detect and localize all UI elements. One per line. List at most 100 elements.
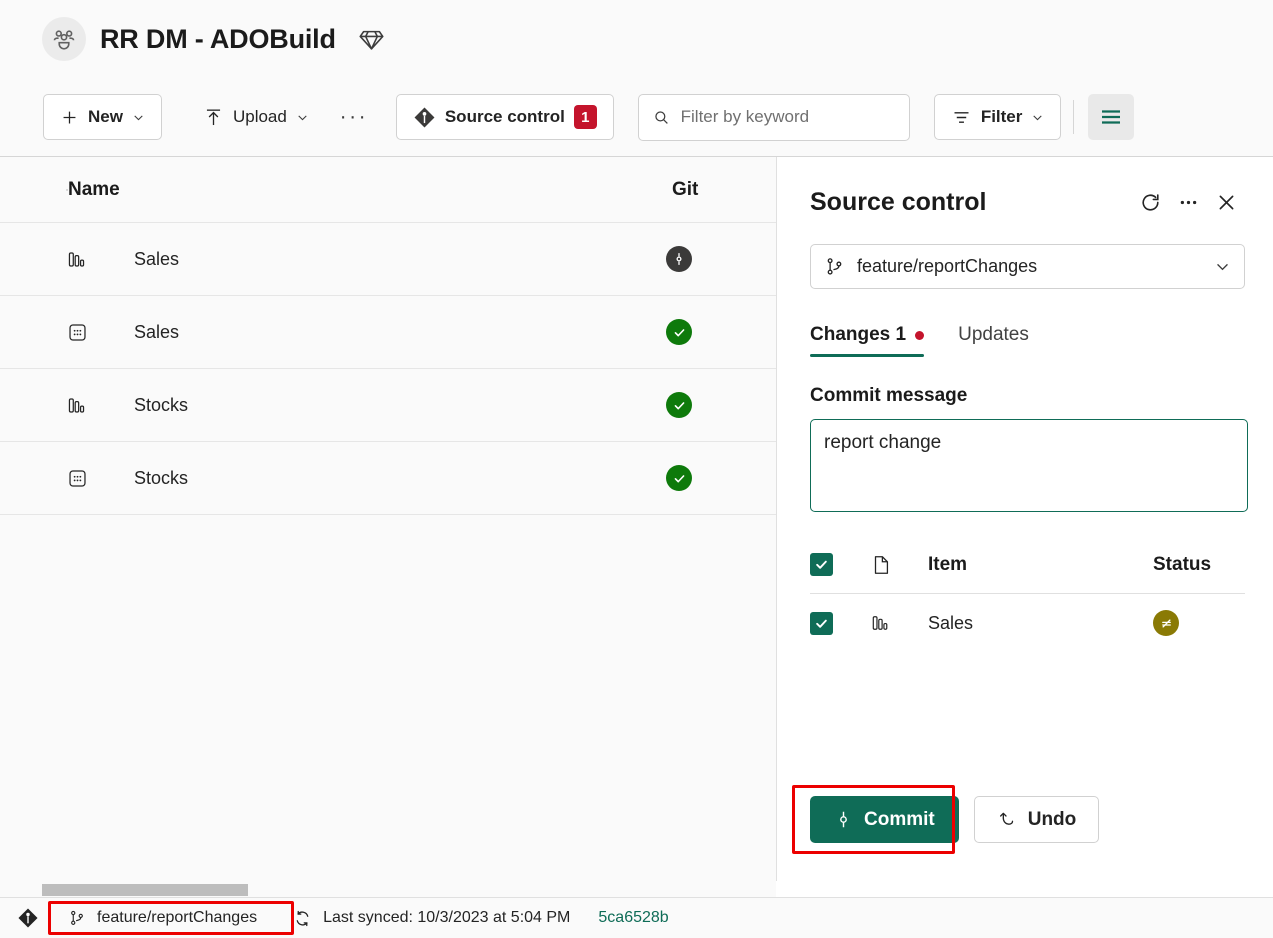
sync-icon: [293, 909, 312, 928]
status-last-synced-label: Last synced: 10/3/2023 at 5:04 PM: [323, 909, 570, 927]
checkmark-icon: [672, 325, 687, 340]
status-git-icon-wrapper[interactable]: [12, 907, 44, 929]
status-badge-synced: [666, 319, 692, 345]
upload-button[interactable]: Upload: [186, 94, 326, 140]
status-sync-info[interactable]: Last synced: 10/3/2023 at 5:04 PM: [293, 909, 570, 928]
upload-button-label: Upload: [233, 107, 287, 127]
commit-icon: [672, 252, 686, 266]
chevron-down-icon: [132, 111, 145, 124]
source-control-badge: 1: [574, 105, 597, 129]
commit-icon: [834, 810, 853, 829]
changes-column-item[interactable]: Item: [928, 554, 1153, 576]
diamond-icon: [358, 26, 385, 53]
row-git-status[interactable]: [666, 465, 776, 491]
checkmark-icon: [814, 557, 829, 572]
panel-title: Source control: [810, 188, 1131, 217]
list-view-toggle-button[interactable]: [1088, 94, 1134, 140]
status-badge-synced: [666, 465, 692, 491]
row-name: Stocks: [134, 468, 666, 489]
search-icon: [653, 108, 670, 127]
undo-icon: [997, 810, 1017, 830]
column-header-name[interactable]: Name: [68, 179, 666, 201]
app-root: RR DM - ADOBuild New: [0, 0, 1273, 938]
status-branch-button[interactable]: feature/reportChanges: [56, 905, 269, 931]
item-list-pane: Name Git Sales: [0, 157, 776, 881]
source-control-panel: Source control: [776, 157, 1273, 881]
branch-icon: [824, 256, 845, 277]
panel-action-buttons: Commit Undo: [810, 796, 1099, 843]
new-button[interactable]: New: [43, 94, 162, 140]
branch-selector[interactable]: feature/reportChanges: [810, 244, 1245, 289]
refresh-icon: [1139, 191, 1162, 214]
source-control-button[interactable]: Source control 1: [396, 94, 614, 140]
tab-changes[interactable]: Changes 1: [810, 324, 924, 357]
table-row[interactable]: Sales: [0, 296, 776, 369]
more-options-button[interactable]: ···: [334, 97, 374, 137]
close-icon: [1215, 191, 1238, 214]
undo-button-label: Undo: [1028, 809, 1077, 831]
item-list-header: Name Git: [0, 157, 776, 223]
row-type-icon: [66, 467, 134, 490]
row-git-status[interactable]: [666, 319, 776, 345]
commit-button-label: Commit: [864, 809, 935, 831]
chevron-down-icon: [296, 111, 309, 124]
commit-message-input[interactable]: [810, 419, 1248, 512]
overflow-wrapper: ···: [326, 97, 382, 137]
filter-button[interactable]: Filter: [934, 94, 1062, 140]
filter-icon: [951, 107, 972, 128]
commit-button[interactable]: Commit: [810, 796, 959, 843]
checkmark-icon: [814, 616, 829, 631]
undo-button[interactable]: Undo: [974, 796, 1100, 843]
report-icon: [870, 612, 892, 634]
git-icon: [17, 907, 39, 929]
row-type-icon: [870, 612, 928, 634]
checkmark-icon: [672, 398, 687, 413]
checkmark-icon: [672, 471, 687, 486]
row-type-icon: [66, 248, 134, 271]
refresh-button[interactable]: [1131, 183, 1169, 221]
chevron-down-icon: [1214, 258, 1231, 275]
branch-icon: [68, 909, 86, 927]
search-box[interactable]: [638, 94, 910, 141]
tab-updates-label: Updates: [958, 324, 1029, 346]
people-group-icon: [51, 26, 77, 52]
row-checkbox[interactable]: [810, 612, 870, 635]
table-row[interactable]: Stocks: [0, 442, 776, 515]
upload-icon: [203, 107, 224, 128]
changes-table-header: Item Status: [810, 536, 1245, 594]
column-header-git[interactable]: Git: [666, 179, 776, 201]
horizontal-scrollbar-thumb[interactable]: [42, 884, 248, 896]
branch-name: feature/reportChanges: [857, 256, 1202, 277]
row-type-icon: [66, 394, 134, 417]
file-icon: [870, 554, 892, 576]
table-row[interactable]: Stocks: [0, 369, 776, 442]
table-row[interactable]: Sales: [0, 223, 776, 296]
git-icon: [413, 106, 436, 129]
toolbar-divider: [1073, 100, 1074, 134]
report-icon: [66, 248, 89, 271]
panel-more-button[interactable]: [1169, 183, 1207, 221]
changes-table-row[interactable]: Sales: [810, 594, 1245, 652]
changes-column-status[interactable]: Status: [1153, 554, 1245, 576]
panel-header: Source control: [810, 183, 1245, 221]
status-badge-synced: [666, 392, 692, 418]
row-status: [1153, 610, 1245, 636]
status-badge-uncommitted: [666, 246, 692, 272]
panel-close-button[interactable]: [1207, 183, 1245, 221]
status-commit-hash[interactable]: 5ca6528b: [598, 909, 668, 927]
row-name: Sales: [928, 613, 1153, 634]
source-control-label: Source control: [445, 107, 565, 127]
select-all-checkbox[interactable]: [810, 553, 870, 576]
search-input[interactable]: [681, 107, 895, 127]
column-header-icon: [0, 179, 68, 201]
chevron-down-icon: [1031, 111, 1044, 124]
row-name: Sales: [134, 249, 666, 270]
row-git-status[interactable]: [666, 246, 776, 272]
list-view-icon: [1099, 105, 1123, 129]
workspace-avatar[interactable]: [42, 17, 86, 61]
filter-button-label: Filter: [981, 107, 1023, 127]
tab-updates[interactable]: Updates: [958, 324, 1029, 357]
row-git-status[interactable]: [666, 392, 776, 418]
premium-capacity-badge[interactable]: [358, 26, 385, 53]
unread-dot-icon: [915, 331, 924, 340]
